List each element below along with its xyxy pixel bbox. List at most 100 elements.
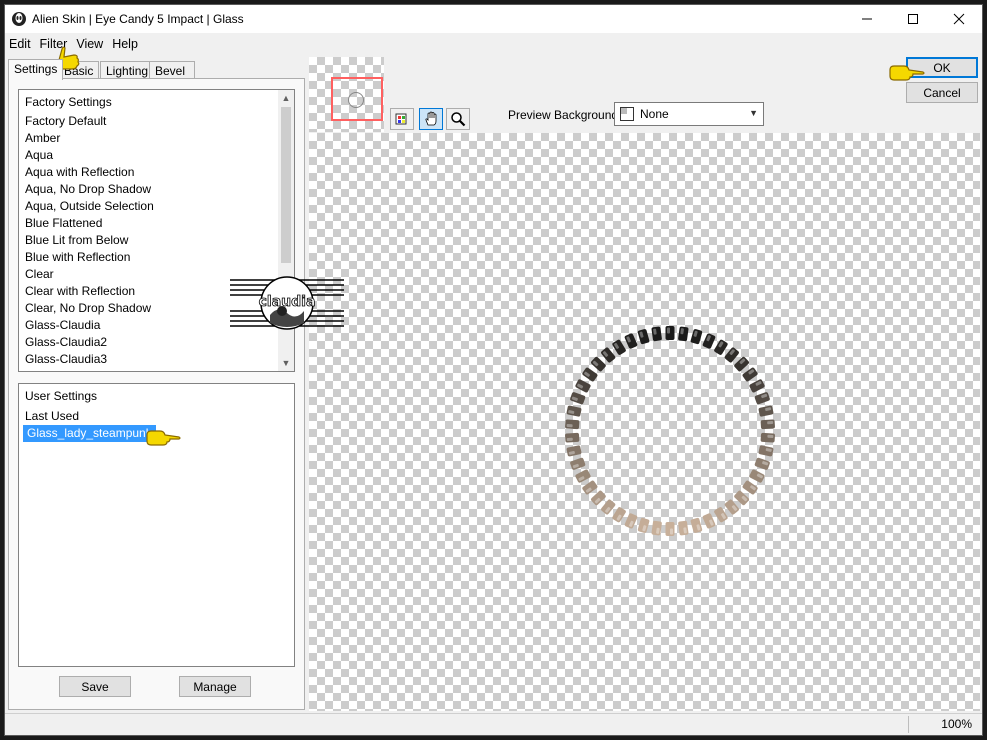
ring-tile (637, 517, 650, 533)
list-item[interactable]: Factory Default (25, 113, 106, 130)
manage-button[interactable]: Manage (179, 676, 251, 697)
list-item[interactable]: Glass-Claudia2 (25, 334, 107, 351)
ring-tile (565, 432, 580, 443)
list-item[interactable]: Glass-Claudia3 (25, 351, 107, 368)
ring-tile (566, 405, 582, 417)
ring-tile (570, 457, 586, 470)
list-item[interactable]: Aqua, No Drop Shadow (25, 181, 151, 198)
preview-canvas[interactable] (309, 133, 980, 711)
color-picker-tool[interactable] (390, 108, 414, 130)
ring-tile-shape (758, 405, 774, 417)
tab-lighting[interactable]: Lighting (100, 61, 155, 79)
save-button[interactable]: Save (59, 676, 131, 697)
preview-background-select[interactable]: None ▼ (614, 102, 764, 126)
ring-tile-shape (637, 329, 650, 345)
ring-tile-shape (624, 333, 638, 349)
ring-tile (742, 367, 758, 382)
hand-tool[interactable] (419, 108, 443, 130)
ring-tile (702, 333, 716, 349)
ring-tile-shape (601, 499, 616, 515)
ring-tile-shape (665, 326, 675, 340)
ring-tile-shape (601, 347, 616, 363)
status-bar: 100% (5, 713, 982, 735)
scroll-down-icon[interactable]: ▼ (278, 355, 294, 371)
zoom-tool[interactable] (446, 108, 470, 130)
ring-tile (582, 480, 598, 495)
tab-bevel-profile[interactable]: Bevel Profile (149, 61, 196, 92)
list-item[interactable]: Aqua, Outside Selection (25, 198, 154, 215)
minimize-button[interactable] (844, 5, 890, 33)
ring-tile (758, 405, 774, 417)
list-item[interactable]: Blue Lit from Below (25, 232, 128, 249)
ring-tile (714, 339, 728, 355)
ring-tile-shape (702, 513, 716, 529)
list-item[interactable]: Aqua with Reflection (25, 164, 134, 181)
ring-tile-highlight (767, 420, 774, 425)
zoom-level: 100% (941, 717, 972, 731)
ring-tile-highlight (667, 327, 670, 334)
ring-tile-shape (582, 367, 598, 382)
ring-tile-shape (570, 457, 586, 470)
ring-tile (570, 392, 586, 405)
maximize-icon (908, 14, 918, 24)
ring-tile-shape (734, 356, 749, 372)
ring-tile-shape (575, 469, 591, 483)
list-item[interactable]: Clear with Reflection (25, 283, 135, 300)
ring-tile (665, 326, 675, 340)
navigator-thumbnail[interactable] (309, 57, 384, 132)
ring-tile (678, 326, 689, 342)
ring-tile (582, 367, 598, 382)
ring-tile (714, 507, 728, 523)
claudia-watermark-logo: claudia (230, 276, 344, 330)
ring-tile (734, 490, 749, 506)
list-item[interactable]: Blue with Reflection (25, 249, 130, 266)
ring-tile-shape (714, 507, 728, 523)
menu-help[interactable]: Help (108, 35, 143, 55)
ring-tile (575, 379, 591, 393)
ring-tile (754, 457, 770, 470)
ring-tile (637, 329, 650, 345)
scroll-up-icon[interactable]: ▲ (278, 90, 294, 106)
list-item[interactable]: Last Used (25, 408, 79, 425)
tab-settings[interactable]: Settings (8, 59, 64, 80)
menu-edit[interactable]: Edit (5, 35, 36, 55)
ring-tile (624, 513, 638, 529)
ring-tile (754, 392, 770, 405)
close-icon (953, 13, 965, 25)
scroll-thumb[interactable] (281, 107, 291, 263)
window-title: Alien Skin | Eye Candy 5 Impact | Glass (32, 12, 244, 26)
ring-tile (749, 469, 765, 483)
ring-tile (702, 513, 716, 529)
list-item-selected[interactable]: Glass_lady_steampunk (23, 425, 156, 442)
ring-tile (651, 326, 662, 342)
watermark-text: claudia (259, 294, 316, 310)
ring-tile (678, 520, 689, 536)
user-settings-list[interactable]: User Settings Last Used Glass_lady_steam… (18, 383, 295, 667)
ring-tile-shape (591, 490, 606, 506)
ring-tile (758, 445, 774, 457)
list-item[interactable]: Blue Flattened (25, 215, 102, 232)
list-item[interactable]: Clear, No Drop Shadow (25, 300, 151, 317)
cancel-button[interactable]: Cancel (906, 82, 978, 103)
ring-tile (651, 520, 662, 536)
pointer-hand-icon (889, 65, 925, 81)
title-bar: Alien Skin | Eye Candy 5 Impact | Glass (5, 5, 982, 33)
list-item[interactable]: Clear (25, 266, 54, 283)
eyedropper-icon (395, 113, 407, 125)
maximize-button[interactable] (890, 5, 936, 33)
ring-tile (601, 499, 616, 515)
ring-tile-shape (651, 326, 662, 342)
list-item[interactable]: Amber (25, 130, 60, 147)
ring-tile (591, 490, 606, 506)
close-button[interactable] (936, 5, 982, 33)
list-item[interactable]: Glass-Claudia (25, 317, 100, 334)
alien-skin-app-icon (12, 12, 26, 26)
ring-tile-shape (665, 522, 675, 536)
ring-tile-shape (612, 339, 626, 355)
list-item[interactable]: Aqua (25, 147, 53, 164)
ring-tile-highlight (670, 528, 673, 535)
chevron-down-icon: ▼ (749, 108, 758, 118)
navigator-view-frame[interactable] (331, 77, 383, 121)
ring-tile (591, 356, 606, 372)
ring-tile (724, 499, 739, 515)
